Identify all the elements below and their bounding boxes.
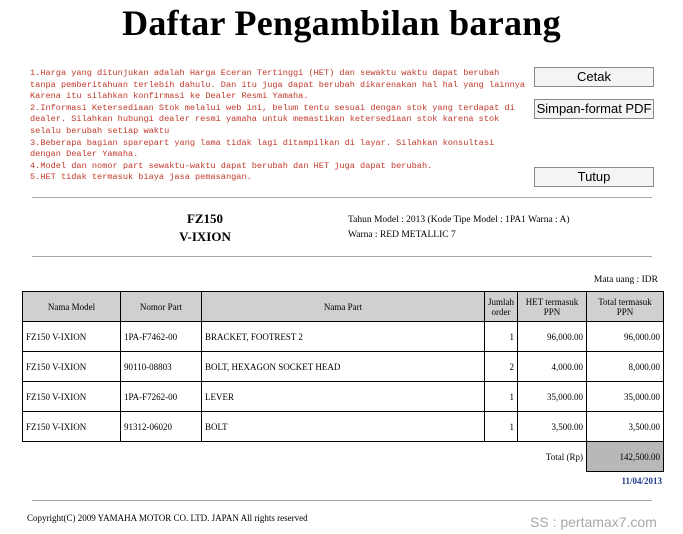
cell-part-name: BRACKET, FOOTREST 2 [201,321,485,352]
model-code: FZ150 [186,211,224,226]
cell-total: 96,000.00 [586,321,664,352]
document-date: 11/04/2013 [621,476,662,486]
column-header-total: Total termasuk PPN [586,291,664,322]
watermark: SS : pertamax7.com [530,514,657,530]
column-header-qty: Jumlah order [484,291,518,322]
cell-part-no: 91312-06020 [120,411,202,442]
cell-het: 3,500.00 [517,411,587,442]
divider [32,256,652,257]
total-value: 142,500.00 [586,441,664,472]
note-item: 3.Beberapa bagian sparepart yang lama ti… [30,137,495,160]
total-label: Total (Rp) [545,451,583,462]
cell-het: 4,000.00 [517,351,587,382]
column-header-part-no: Nomor Part [120,291,202,322]
cell-model: FZ150 V-IXION [22,321,121,352]
cell-qty: 2 [484,351,518,382]
column-header-het: HET termasuk PPN [517,291,587,322]
table-row: FZ150 V-IXION 1PA-F7262-00 LEVER 1 35,00… [22,381,664,412]
cell-part-no: 90110-08803 [120,351,202,382]
model-color-info: Warna : RED METALLIC 7 [348,230,456,240]
copyright-text: Copyright(C) 2009 YAMAHA MOTOR CO. LTD. … [27,513,308,523]
cell-het: 35,000.00 [517,381,587,412]
cell-part-name: BOLT [201,411,485,442]
model-name: V-IXION [179,229,231,244]
cell-total: 3,500.00 [586,411,664,442]
note-item: 2.Informasi Ketersediaan Stok melalui we… [30,102,515,136]
cell-model: FZ150 V-IXION [22,351,121,382]
parts-table: Nama Model Nomor Part Nama Part Jumlah o… [22,291,664,472]
cell-part-no: 1PA-F7462-00 [120,321,202,352]
cell-model: FZ150 V-IXION [22,381,121,412]
cell-model: FZ150 V-IXION [22,411,121,442]
cell-qty: 1 [484,411,518,442]
column-header-part-name: Nama Part [201,291,485,322]
page-title: Daftar Pengambilan barang [122,3,561,43]
cell-total: 8,000.00 [586,351,664,382]
cell-qty: 1 [484,381,518,412]
currency-label: Mata uang : IDR [593,275,658,285]
cell-qty: 1 [484,321,518,352]
cell-part-no: 1PA-F7262-00 [120,381,202,412]
model-year-info: Tahun Model : 2013 (Kode Tipe Model : 1P… [348,215,570,225]
table-row: FZ150 V-IXION 90110-08803 BOLT, HEXAGON … [22,351,664,382]
note-item: 4.Model dan nomor part sewaktu-waktu dap… [30,160,433,171]
total-row: Total (Rp) 142,500.00 [23,441,664,472]
cell-part-name: BOLT, HEXAGON SOCKET HEAD [201,351,485,382]
disclaimer-notes: 1.Harga yang ditunjukan adalah Harga Ece… [30,68,530,184]
note-item: 5.HET tidak termasuk biaya jasa pemasang… [30,172,252,183]
table-row: FZ150 V-IXION 91312-06020 BOLT 1 3,500.0… [22,411,664,442]
divider [32,197,652,198]
cell-het: 96,000.00 [517,321,587,352]
note-item: 1.Harga yang ditunjukan adalah Harga Ece… [30,68,526,102]
table-row: FZ150 V-IXION 1PA-F7462-00 BRACKET, FOOT… [22,321,664,352]
cell-total: 35,000.00 [586,381,664,412]
table-header-row: Nama Model Nomor Part Nama Part Jumlah o… [22,291,664,322]
save-pdf-button[interactable]: Simpan-format PDF [534,99,654,119]
divider [32,500,652,501]
cell-part-name: LEVER [201,381,485,412]
close-button[interactable]: Tutup [534,167,654,187]
print-button[interactable]: Cetak [534,67,654,87]
column-header-model: Nama Model [22,291,121,322]
